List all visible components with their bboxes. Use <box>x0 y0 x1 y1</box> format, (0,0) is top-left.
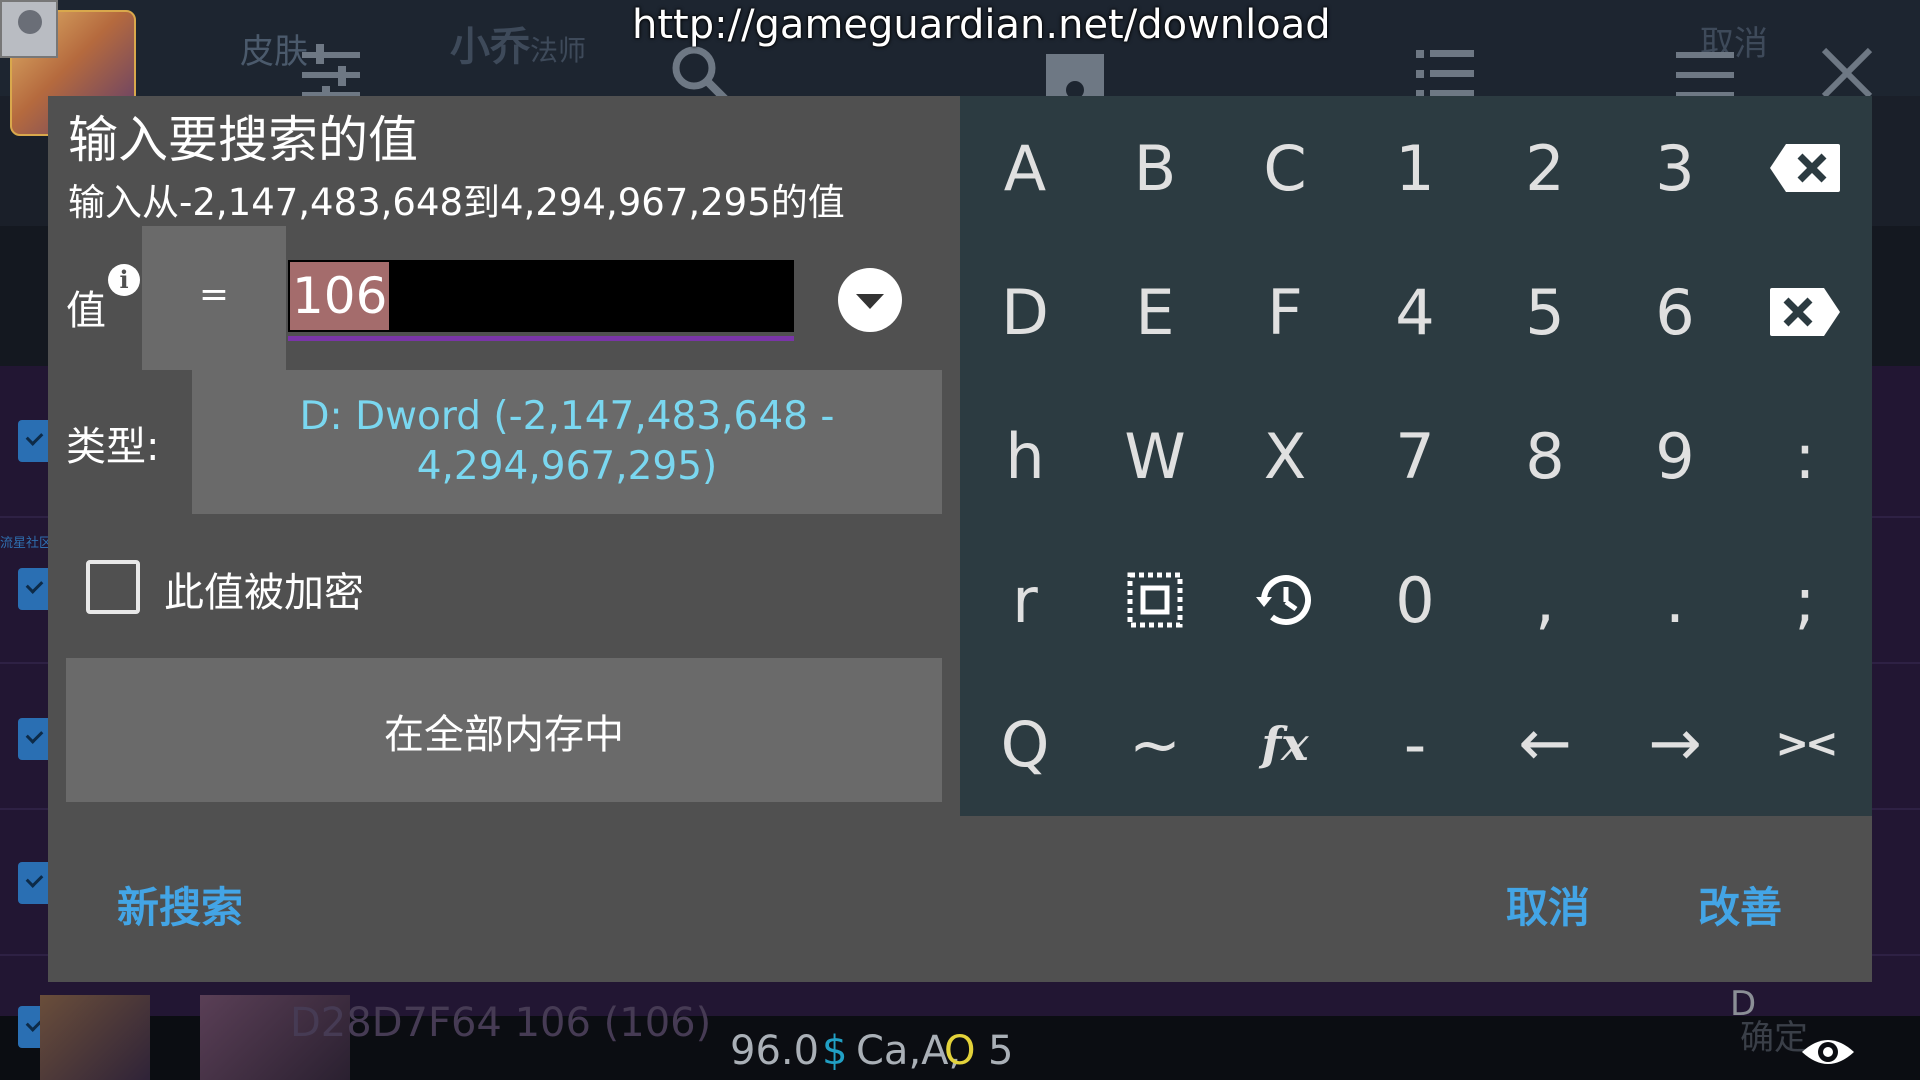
key-minus[interactable]: - <box>1350 672 1480 816</box>
key-5[interactable]: 5 <box>1480 240 1610 384</box>
row-checkbox[interactable] <box>18 568 52 610</box>
dialog-title: 输入要搜索的值 <box>68 111 418 169</box>
key-0[interactable]: 0 <box>1350 528 1480 672</box>
key-w[interactable]: W <box>1090 384 1220 528</box>
key-colon[interactable]: : <box>1740 384 1870 528</box>
key-right-arrow[interactable]: → <box>1610 672 1740 816</box>
status-dollar: $ <box>822 1028 848 1074</box>
key-e[interactable]: E <box>1090 240 1220 384</box>
key-d[interactable]: D <box>960 240 1090 384</box>
operator-label: = <box>198 274 230 315</box>
key-q[interactable]: Q <box>960 672 1090 816</box>
value-input-text[interactable]: 106 <box>290 262 389 330</box>
eye-icon[interactable] <box>1800 1024 1856 1080</box>
cancel-button[interactable]: 取消 <box>1506 874 1590 935</box>
status-number: 96.0 <box>730 1028 820 1074</box>
value-range-hint: 输入从-2,147,483,648到4,294,967,295的值 <box>68 181 845 224</box>
key-9[interactable]: 9 <box>1610 384 1740 528</box>
key-a[interactable]: A <box>960 96 1090 240</box>
chevron-down-icon[interactable] <box>838 268 902 332</box>
row-checkbox[interactable] <box>18 420 52 462</box>
key-comma[interactable]: , <box>1480 528 1610 672</box>
key-f[interactable]: F <box>1220 240 1350 384</box>
key-semicolon[interactable]: ; <box>1740 528 1870 672</box>
row-checkbox[interactable] <box>18 718 52 760</box>
key-b[interactable]: B <box>1090 96 1220 240</box>
info-icon[interactable]: i <box>108 264 140 296</box>
key-r[interactable]: r <box>960 528 1090 672</box>
key-2[interactable]: 2 <box>1480 96 1610 240</box>
select-all-icon[interactable] <box>1090 528 1220 672</box>
key-6[interactable]: 6 <box>1610 240 1740 384</box>
key-fx[interactable]: fx <box>1220 672 1350 816</box>
key-8[interactable]: 8 <box>1480 384 1610 528</box>
user-avatar <box>0 0 58 58</box>
hero-name: 小乔法师 <box>450 24 587 70</box>
bg-type-marker: D <box>1730 984 1757 1024</box>
type-value: D: Dword (-2,147,483,648 - 4,294,967,295… <box>299 394 835 489</box>
row-checkbox[interactable] <box>18 862 52 904</box>
community-label: 流星社区 <box>0 536 53 551</box>
input-underline <box>288 336 794 341</box>
key-4[interactable]: 4 <box>1350 240 1480 384</box>
key-c[interactable]: C <box>1220 96 1350 240</box>
history-icon[interactable] <box>1220 528 1350 672</box>
status-count: 5 <box>988 1028 1014 1074</box>
key-7[interactable]: 7 <box>1350 384 1480 528</box>
hero-thumbnail <box>40 995 150 1080</box>
download-url: http://gameguardian.net/download <box>632 2 1331 48</box>
key-h[interactable]: h <box>960 384 1090 528</box>
delete-icon[interactable] <box>1740 240 1870 384</box>
type-label: 类型: <box>66 424 160 470</box>
key-1[interactable]: 1 <box>1350 96 1480 240</box>
memory-range-label: 在全部内存中 <box>384 712 624 758</box>
value-label: 值 <box>66 288 106 334</box>
new-search-button[interactable]: 新搜索 <box>117 874 243 935</box>
status-o-region: O <box>944 1028 976 1074</box>
key-period[interactable]: . <box>1610 528 1740 672</box>
result-row-text: D28D7F64 106 (106) <box>290 1000 712 1046</box>
key-tilde[interactable]: ~ <box>1090 672 1220 816</box>
encrypted-checkbox[interactable] <box>86 560 140 614</box>
improve-button[interactable]: 改善 <box>1698 874 1782 935</box>
key-x[interactable]: X <box>1220 384 1350 528</box>
key-collapse[interactable]: >< <box>1740 672 1870 816</box>
key-left-arrow[interactable]: ← <box>1480 672 1610 816</box>
key-3[interactable]: 3 <box>1610 96 1740 240</box>
backspace-icon[interactable] <box>1740 96 1870 240</box>
encrypted-label[interactable]: 此值被加密 <box>164 560 364 618</box>
